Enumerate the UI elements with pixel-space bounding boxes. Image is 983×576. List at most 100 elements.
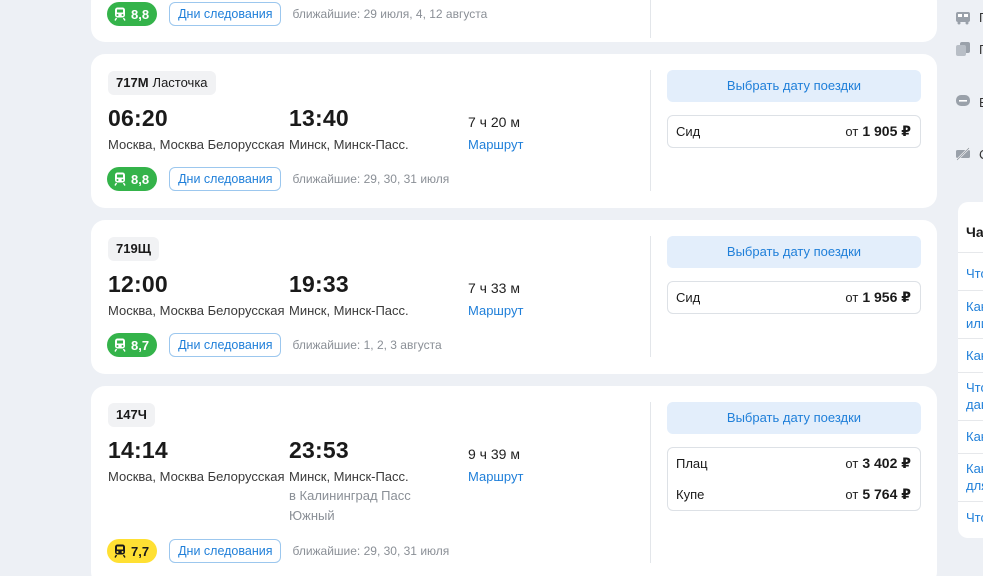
rating-badge: 8,8 — [107, 167, 158, 191]
travel-duration: 7 ч 20 м — [468, 114, 520, 130]
card-footer: 8,8 Дни следования ближайшие: 29, 30, 31… — [107, 167, 449, 191]
chat-icon — [955, 94, 973, 110]
days-button[interactable]: Дни следования — [169, 333, 282, 357]
train-number: 147Ч — [116, 407, 147, 422]
faq-item[interactable]: Что — [966, 510, 983, 526]
faq-item[interactable]: дан — [966, 397, 983, 413]
rating-badge: 7,7 — [107, 539, 158, 563]
train-icon — [114, 172, 126, 186]
faq-divider — [958, 501, 983, 502]
seat-class: Плац — [676, 456, 708, 471]
arrival-time: 13:40 — [289, 105, 349, 131]
seat-class: Купе — [676, 487, 705, 502]
card-divider — [650, 402, 651, 563]
nearest-dates: ближайшие: 29, 30, 31 июля — [292, 544, 450, 558]
departure-time: 12:00 — [108, 271, 168, 297]
faq-divider — [958, 372, 983, 373]
destination-note: в Калининград Пасс Южный — [289, 488, 411, 523]
seat-class: Сид — [676, 290, 701, 305]
route-link[interactable]: Маршрут — [468, 467, 523, 487]
card-divider — [650, 0, 651, 38]
faq-item[interactable]: Что — [966, 380, 983, 396]
train-card: 717М Ласточка 06:20 Москва, Москва Белору… — [91, 54, 937, 208]
price-list: Плац от 3 402 ₽ Купе от 5 764 ₽ — [667, 447, 921, 511]
price-list: Сид от 1 956 ₽ — [667, 281, 921, 314]
price-row[interactable]: Сид от 1 905 ₽ — [668, 116, 920, 147]
arrival-station: Минск, Минск-Пасс. — [289, 303, 409, 318]
nearest-dates: ближайшие: 1, 2, 3 августа — [292, 338, 442, 352]
faq-item[interactable]: Как — [966, 461, 983, 477]
departure-station: Москва, Москва Белорусская — [108, 469, 285, 484]
price-amount: 1 905 ₽ — [862, 123, 911, 139]
price-amount: 3 402 ₽ — [862, 455, 911, 471]
departure-station: Москва, Москва Белорусская — [108, 303, 285, 318]
no-ticket-icon — [955, 146, 973, 162]
faq-item[interactable]: или — [966, 316, 983, 332]
train-card-previous: 8,8 Дни следования ближайшие: 29 июля, 4… — [91, 0, 937, 42]
days-button[interactable]: Дни следования — [169, 539, 282, 563]
train-number-badge: 719Щ — [108, 237, 159, 261]
choose-date-button[interactable]: Выбрать дату поездки — [667, 236, 921, 268]
price-amount: 5 764 ₽ — [862, 486, 911, 502]
faq-divider — [958, 252, 983, 253]
bus-icon — [955, 11, 973, 27]
faq-title: Ча — [966, 224, 983, 240]
train-number-badge: 717М Ласточка — [108, 71, 216, 95]
choose-date-button[interactable]: Выбрать дату поездки — [667, 70, 921, 102]
price-from: от — [845, 124, 859, 139]
travel-duration: 7 ч 33 м — [468, 280, 520, 296]
rating-value: 8,7 — [131, 337, 150, 353]
arrival-time: 19:33 — [289, 271, 349, 297]
train-card: 719Щ 12:00 Москва, Москва Белорусская 19… — [91, 220, 937, 374]
copy-icon — [955, 41, 973, 57]
card-footer: 7,7 Дни следования ближайшие: 29, 30, 31… — [107, 539, 449, 563]
train-number: 719Щ — [116, 241, 151, 256]
faq-divider — [958, 453, 983, 454]
side-item-label[interactable]: Г — [979, 42, 983, 57]
price-from: от — [845, 487, 859, 502]
faq-item[interactable]: для — [966, 478, 983, 494]
side-item-label[interactable]: П — [979, 10, 983, 25]
departure-time: 14:14 — [108, 437, 168, 463]
faq-item[interactable]: Как — [966, 299, 983, 315]
rating-value: 8,8 — [131, 171, 150, 187]
faq-item[interactable]: Как — [966, 348, 983, 364]
price-from: от — [845, 290, 859, 305]
train-number: 717М — [116, 75, 149, 90]
arrival-station: Минск, Минск-Пасс. — [289, 137, 409, 152]
route-link[interactable]: Маршрут — [468, 135, 523, 155]
faq-divider — [958, 338, 983, 339]
faq-panel: Ча Что Как или Как Что дан Как Как для Ч… — [958, 202, 983, 538]
card-footer: 8,8 Дни следования ближайшие: 29 июля, 4… — [107, 2, 487, 26]
nearest-dates: ближайшие: 29, 30, 31 июля — [292, 172, 450, 186]
rating-value: 7,7 — [131, 543, 150, 559]
days-button[interactable]: Дни следования — [169, 2, 282, 26]
card-divider — [650, 70, 651, 191]
card-footer: 8,7 Дни следования ближайшие: 1, 2, 3 ав… — [107, 333, 442, 357]
card-divider — [650, 236, 651, 357]
price-row[interactable]: Сид от 1 956 ₽ — [668, 282, 920, 313]
price-row[interactable]: Купе от 5 764 ₽ — [668, 479, 920, 510]
train-card: 147Ч 14:14 Москва, Москва Белорусская 23… — [91, 386, 937, 576]
arrival-time: 23:53 — [289, 437, 349, 463]
days-button[interactable]: Дни следования — [169, 167, 282, 191]
route-link[interactable]: Маршрут — [468, 301, 523, 321]
departure-station: Москва, Москва Белорусская — [108, 137, 285, 152]
train-icon — [114, 544, 126, 558]
price-row[interactable]: Плац от 3 402 ₽ — [668, 448, 920, 479]
travel-duration: 9 ч 39 м — [468, 446, 520, 462]
choose-date-button[interactable]: Выбрать дату поездки — [667, 402, 921, 434]
faq-item[interactable]: Что — [966, 266, 983, 282]
faq-divider — [958, 290, 983, 291]
departure-time: 06:20 — [108, 105, 168, 131]
train-icon — [114, 7, 126, 21]
faq-item[interactable]: Как — [966, 429, 983, 445]
rating-badge: 8,8 — [107, 2, 158, 26]
faq-divider — [958, 420, 983, 421]
side-item-label[interactable]: Е — [979, 95, 983, 110]
price-from: от — [845, 456, 859, 471]
rating-badge: 8,7 — [107, 333, 158, 357]
rating-value: 8,8 — [131, 6, 150, 22]
seat-class: Сид — [676, 124, 701, 139]
side-item-label[interactable]: С — [979, 147, 983, 162]
